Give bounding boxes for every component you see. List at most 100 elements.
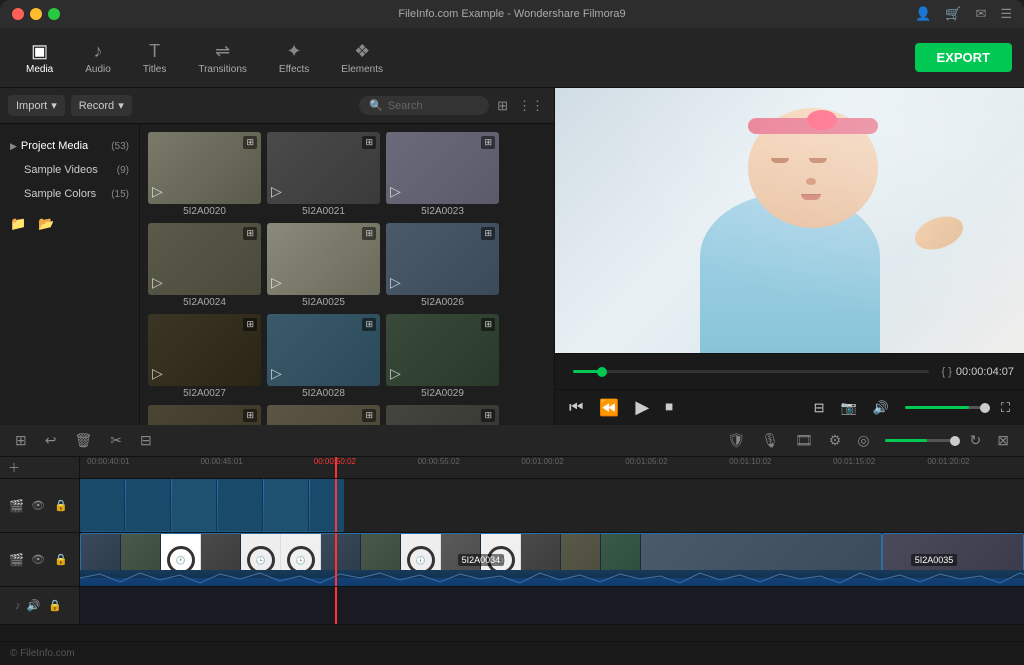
nav-label-titles: Titles bbox=[143, 64, 167, 75]
track-content-video-2[interactable]: 🕐 🕒 🕓 🕕 bbox=[80, 533, 1024, 586]
user-icon[interactable]: 👤 bbox=[915, 6, 931, 22]
stop-button[interactable]: ⏹ bbox=[661, 395, 677, 421]
nav-item-elements[interactable]: ❖ Elements bbox=[327, 35, 397, 81]
left-panel: Import ▾ Record ▾ 🔍 ⊞ ⋮⋮ ▶ Project Media bbox=[0, 88, 555, 425]
tick-0: 00:00:40:01 bbox=[87, 457, 129, 466]
elements-icon: ❖ bbox=[354, 41, 370, 62]
track-eye-icon[interactable]: 👁 bbox=[29, 497, 47, 514]
step-back-button[interactable]: ⏪ bbox=[595, 394, 623, 422]
clip-video-1[interactable] bbox=[80, 479, 344, 532]
nav-item-titles[interactable]: T Titles bbox=[129, 35, 181, 81]
nav-item-audio[interactable]: ♪ Audio bbox=[71, 35, 125, 81]
traffic-lights bbox=[12, 8, 60, 20]
play-badge-icon: ▷ bbox=[152, 274, 163, 291]
add-track-button[interactable]: ⊞ bbox=[10, 429, 32, 452]
preview-video bbox=[555, 88, 1024, 353]
split-button[interactable]: ⊟ bbox=[135, 429, 157, 452]
nav-label-effects: Effects bbox=[279, 64, 309, 75]
tick-2: 00:00:50:02 bbox=[314, 457, 356, 466]
track-lock-2-icon[interactable]: 🔒 bbox=[52, 551, 70, 568]
menu-icon[interactable]: ☰ bbox=[1000, 6, 1012, 22]
sidebar-item-project-media[interactable]: ▶ Project Media (53) bbox=[0, 134, 139, 158]
undo-button[interactable]: ↩ bbox=[40, 429, 62, 452]
nav-item-effects[interactable]: ✦ Effects bbox=[265, 35, 323, 81]
track-content-video-1[interactable] bbox=[80, 479, 1024, 532]
track-lock-icon[interactable]: 🔒 bbox=[52, 497, 70, 514]
tracks: 🎬 👁 🔒 bbox=[0, 479, 1024, 641]
maximize-button[interactable] bbox=[48, 8, 60, 20]
cart-icon[interactable]: 🛒 bbox=[945, 6, 961, 22]
skip-back-button[interactable]: ⏮ bbox=[565, 395, 587, 421]
list-item[interactable]: ▷ ⊞ 5I2A0029 bbox=[386, 314, 499, 399]
title-bar: FileInfo.com Example - Wondershare Filmo… bbox=[0, 0, 1024, 28]
nav-label-media: Media bbox=[26, 64, 53, 75]
sidebar-count-sample-colors: (15) bbox=[111, 189, 129, 200]
refresh-icon[interactable]: ↻ bbox=[965, 429, 987, 452]
list-item[interactable]: ▷ ⊞ bbox=[148, 405, 261, 425]
search-box[interactable]: 🔍 bbox=[359, 96, 489, 115]
volume-icon[interactable]: 🔊 bbox=[869, 396, 893, 420]
track-eye-2-icon[interactable]: 👁 bbox=[29, 551, 47, 568]
media-label: 5I2A0023 bbox=[386, 206, 499, 217]
volume-slider[interactable] bbox=[905, 406, 985, 409]
screen-icon[interactable]: ⊟ bbox=[810, 396, 829, 420]
main-content: Import ▾ Record ▾ 🔍 ⊞ ⋮⋮ ▶ Project Media bbox=[0, 88, 1024, 425]
list-item[interactable]: ▷ ⊞ 5I2A0020 bbox=[148, 132, 261, 217]
track-gutter-audio: ♪ 🔊 🔒 bbox=[0, 587, 80, 624]
add-media-icon[interactable]: ＋ bbox=[6, 457, 22, 478]
list-item[interactable]: ▷ ⊞ 5I2A0028 bbox=[267, 314, 380, 399]
timeline-zoom-slider[interactable] bbox=[885, 439, 955, 442]
top-nav: ▣ Media ♪ Audio T Titles ⇌ Transitions ✦… bbox=[0, 28, 1024, 88]
shield-icon[interactable]: 🛡 bbox=[722, 429, 750, 452]
title-bar-icons: 👤 🛒 ✉ ☰ bbox=[915, 6, 1012, 22]
list-item[interactable]: ▷ ⊞ 5I2A0023 bbox=[386, 132, 499, 217]
filter-icon[interactable]: ⊞ bbox=[495, 96, 510, 116]
mail-icon[interactable]: ✉ bbox=[975, 6, 986, 22]
list-item[interactable]: ▷ ⊞ bbox=[386, 405, 499, 425]
search-input[interactable] bbox=[388, 100, 478, 112]
export-button[interactable]: EXPORT bbox=[915, 43, 1012, 72]
nav-item-transitions[interactable]: ⇌ Transitions bbox=[184, 35, 261, 81]
nav-item-media[interactable]: ▣ Media bbox=[12, 35, 67, 81]
track-content-audio[interactable] bbox=[80, 587, 1024, 624]
progress-bar[interactable] bbox=[573, 370, 929, 373]
fit-icon[interactable]: ⊠ bbox=[992, 429, 1014, 452]
play-badge-icon: ▷ bbox=[390, 274, 401, 291]
sidebar-item-sample-videos[interactable]: Sample Videos (9) bbox=[0, 158, 139, 182]
delete-button[interactable]: 🗑 bbox=[69, 429, 97, 452]
close-button[interactable] bbox=[12, 8, 24, 20]
settings-icon[interactable]: ⚙ bbox=[824, 429, 847, 452]
list-item[interactable]: ▷ ⊞ bbox=[267, 405, 380, 425]
sidebar-item-sample-colors[interactable]: Sample Colors (15) bbox=[0, 182, 139, 206]
cut-button[interactable]: ✂ bbox=[105, 429, 127, 452]
record-button[interactable]: Record ▾ bbox=[71, 95, 132, 116]
play-pause-button[interactable]: ▶ bbox=[631, 393, 653, 422]
list-item[interactable]: ▷ ⊞ 5I2A0027 bbox=[148, 314, 261, 399]
track-lock-audio-icon[interactable]: 🔒 bbox=[46, 597, 64, 614]
media-label: 5I2A0026 bbox=[386, 297, 499, 308]
film-icon[interactable]: 🎞 bbox=[790, 429, 818, 452]
progress-thumb bbox=[597, 367, 607, 377]
fullscreen-icon[interactable]: ⛶ bbox=[997, 396, 1014, 420]
import-button[interactable]: Import ▾ bbox=[8, 95, 65, 116]
new-folder-icon[interactable]: 📁 bbox=[8, 214, 28, 234]
play-badge-icon: ▷ bbox=[390, 365, 401, 382]
grid-view-icon[interactable]: ⋮⋮ bbox=[516, 96, 546, 116]
transitions-icon: ⇌ bbox=[215, 41, 230, 62]
list-item[interactable]: ▷ ⊞ 5I2A0025 bbox=[267, 223, 380, 308]
track-playhead-2 bbox=[335, 533, 337, 586]
media-label: 5I2A0027 bbox=[148, 388, 261, 399]
track-speaker-icon[interactable]: 🔊 bbox=[25, 597, 43, 614]
camera-icon[interactable]: 📷 bbox=[837, 396, 861, 420]
minimize-button[interactable] bbox=[30, 8, 42, 20]
media-label: 5I2A0029 bbox=[386, 388, 499, 399]
list-item[interactable]: ▷ ⊞ 5I2A0026 bbox=[386, 223, 499, 308]
ruler-gutter: ＋ bbox=[0, 457, 80, 478]
open-folder-icon[interactable]: 📂 bbox=[36, 214, 56, 234]
track-playhead bbox=[335, 479, 337, 532]
target-icon[interactable]: ◎ bbox=[852, 429, 874, 452]
list-item[interactable]: ▷ ⊞ 5I2A0021 bbox=[267, 132, 380, 217]
list-item[interactable]: ▷ ⊞ 5I2A0024 bbox=[148, 223, 261, 308]
mic-icon[interactable]: 🎙 bbox=[756, 429, 784, 452]
tick-5: 00:01:05:02 bbox=[625, 457, 667, 466]
